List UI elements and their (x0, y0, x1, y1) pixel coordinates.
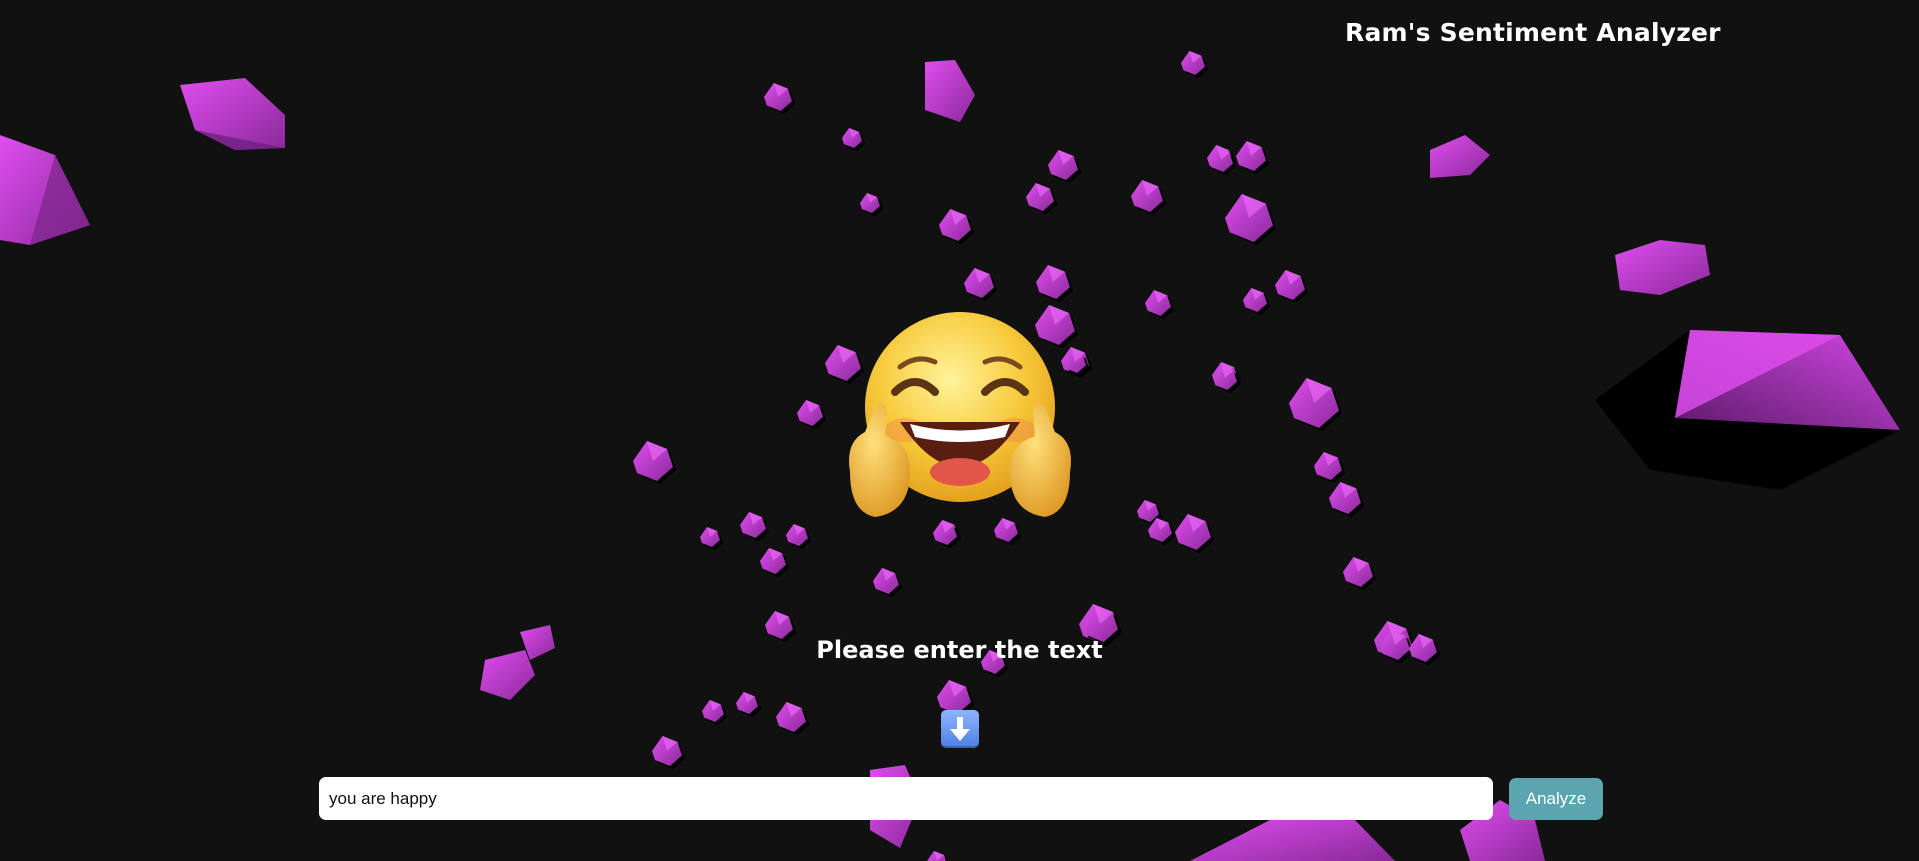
gem-shape (760, 548, 789, 577)
gem-shape (1145, 290, 1174, 319)
gem-shape (736, 692, 761, 717)
gem-shape (1329, 482, 1364, 517)
analyze-button[interactable]: Analyze (1509, 778, 1603, 820)
gem-shape (797, 400, 826, 429)
large-gem (1430, 135, 1490, 178)
gem-shape (633, 441, 676, 484)
gem-shape (1181, 51, 1208, 78)
gem-shape (1048, 150, 1081, 183)
large-gem (925, 60, 975, 122)
gem-shape (1343, 557, 1376, 590)
gem-shape (927, 851, 948, 861)
gem-shape (1243, 288, 1270, 315)
gem-shape (1175, 514, 1214, 553)
gem-shape (873, 568, 902, 597)
large-gem (1615, 240, 1710, 295)
gem-shape (939, 209, 974, 244)
gem-shape (786, 524, 811, 549)
gem-shape (740, 512, 769, 541)
gem-shape (1036, 265, 1073, 302)
app-title: Ram's Sentiment Analyzer (1345, 18, 1721, 47)
down-arrow-icon (941, 710, 979, 748)
app-stage: Ram's Sentiment Analyzer Please enter th… (0, 0, 1919, 861)
gem-shape (842, 128, 865, 151)
gem-shape (764, 83, 795, 114)
gem-shape (700, 527, 723, 550)
gem-shape (1289, 378, 1342, 431)
gem-shape (1026, 183, 1057, 214)
gem-shape (1225, 194, 1276, 245)
prompt-text: Please enter the text (816, 636, 1103, 664)
happy-emoji-icon (849, 312, 1071, 517)
gem-shape (776, 702, 809, 735)
gem-shape (1314, 452, 1345, 483)
text-input[interactable] (319, 777, 1493, 820)
gem-shape (652, 736, 685, 769)
gem-shape (964, 268, 997, 301)
gem-shape (702, 700, 727, 725)
gem-shape (1275, 270, 1308, 303)
gem-shape (1236, 141, 1269, 174)
large-gem (1190, 815, 1395, 861)
gem-shape (1131, 180, 1166, 215)
gem-shape (860, 193, 883, 216)
